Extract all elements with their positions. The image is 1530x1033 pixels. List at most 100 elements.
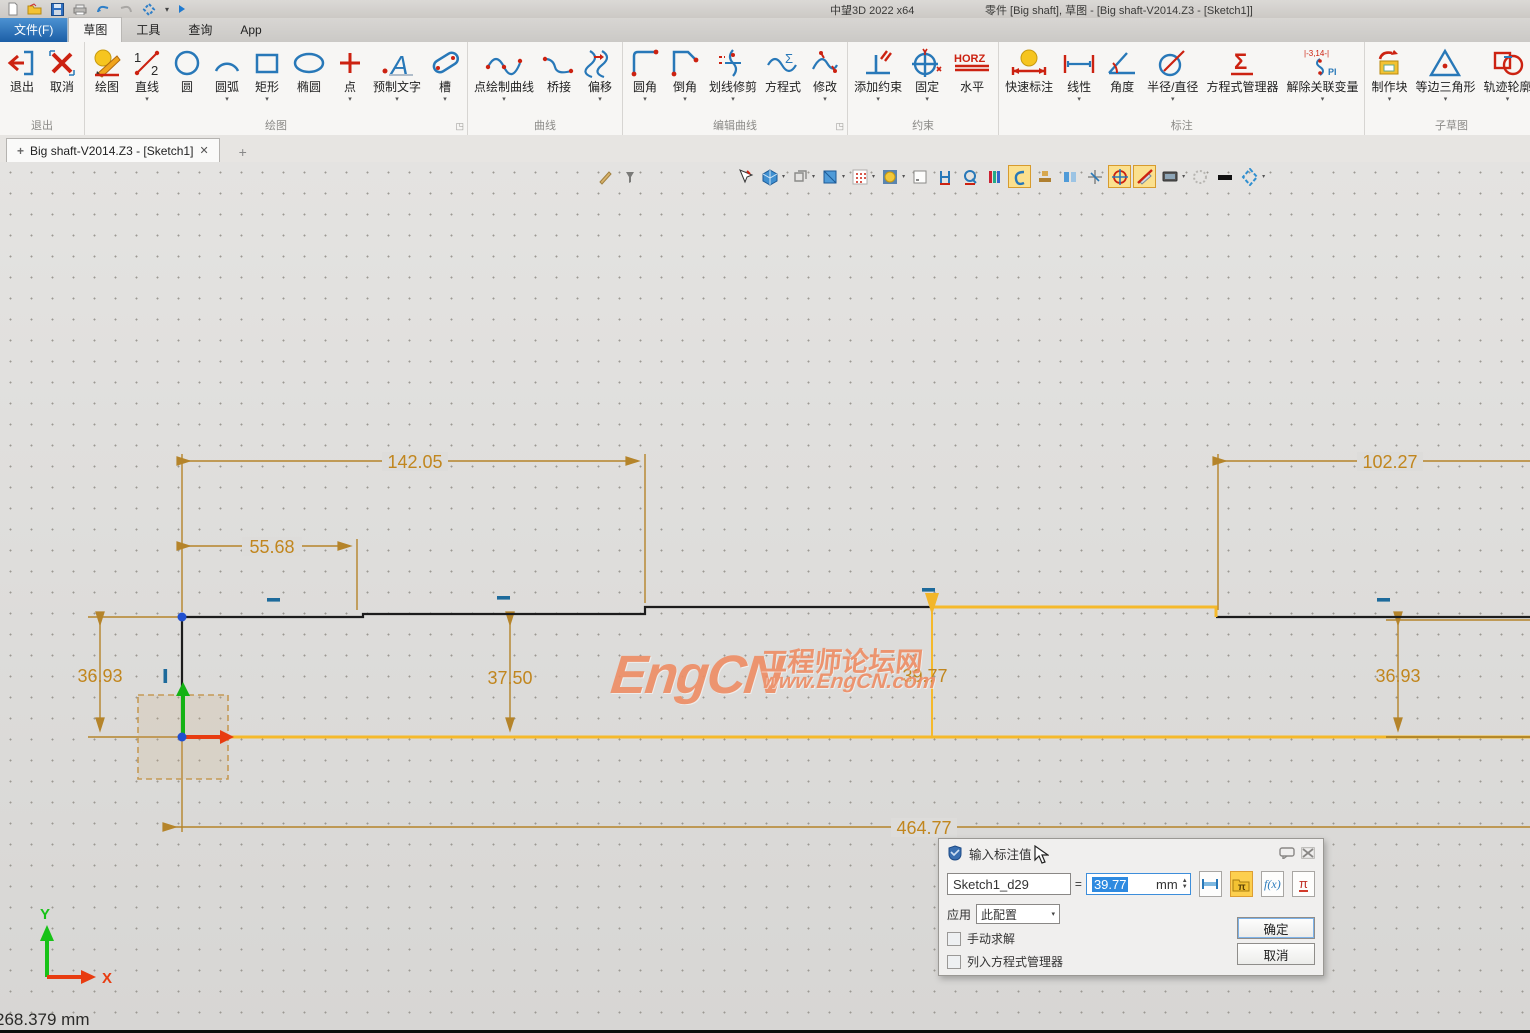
measure-button[interactable] <box>1199 871 1222 897</box>
radius-diameter-button[interactable]: 半径/直径 ▾ <box>1143 43 1202 104</box>
dropdown-arrow-icon[interactable]: ▾ <box>502 95 506 104</box>
chamfer-button[interactable]: 倒角 ▾ <box>665 43 705 104</box>
svg-text:|-3,14-|: |-3,14-| <box>1304 49 1329 58</box>
ellipse-button[interactable]: 椭圆 <box>287 43 331 95</box>
equation-button[interactable]: Σ 方程式 <box>761 43 805 95</box>
track-profile-button[interactable]: 轨迹轮廓 ▾ <box>1480 43 1530 104</box>
dropdown-arrow-icon[interactable]: ▾ <box>265 95 269 104</box>
dropdown-arrow-icon[interactable]: ▾ <box>925 95 929 104</box>
play-icon[interactable] <box>178 4 186 14</box>
horizontal-button[interactable]: HORZ 水平 <box>948 43 996 95</box>
shaft-profile-highlighted[interactable] <box>930 607 1216 617</box>
point-button[interactable]: 点 ▾ <box>331 43 369 104</box>
dialog-launcher-icon[interactable]: ◳ <box>456 121 465 132</box>
dropdown-arrow-icon[interactable]: ▾ <box>145 95 149 104</box>
point-curve-button[interactable]: 点绘制曲线 ▾ <box>470 43 538 104</box>
dialog-close-icon[interactable] <box>1301 847 1315 859</box>
menu-tab-row: 文件(F) 草图 工具 查询 App <box>0 18 1530 42</box>
value-spinner[interactable]: ▲▼ <box>1180 878 1188 890</box>
fix-button[interactable]: 固定 ▾ <box>906 43 948 104</box>
comment-icon[interactable] <box>1279 847 1295 859</box>
open-file-icon[interactable] <box>27 3 42 15</box>
dropdown-arrow-icon[interactable]: ▾ <box>1506 95 1510 104</box>
dropdown-arrow-icon[interactable]: ▾ <box>225 95 229 104</box>
customize-qat-icon[interactable]: ▾ <box>165 5 169 14</box>
dimension-value-input[interactable]: 39.77 mm ▲▼ <box>1086 873 1191 895</box>
apply-config-dropdown[interactable]: 此配置 ▾ <box>976 904 1060 924</box>
dropdown-arrow-icon[interactable]: ▾ <box>1388 95 1392 104</box>
equilateral-triangle-button[interactable]: 等边三角形 ▾ <box>1411 43 1479 104</box>
modify-button[interactable]: 修改 ▾ <box>805 43 845 104</box>
unlink-variable-button[interactable]: |-3,14-|PI 解除关联变量 ▾ <box>1282 43 1362 104</box>
rectangle-icon <box>251 46 283 80</box>
dropdown-arrow-icon[interactable]: ▾ <box>598 95 602 104</box>
dropdown-arrow-icon[interactable]: ▾ <box>1077 95 1081 104</box>
fillet-button[interactable]: 圆角 ▾ <box>625 43 665 104</box>
dialog-title-bar[interactable]: 输入标注值 <box>939 839 1323 865</box>
sketch-icon <box>91 46 123 80</box>
quick-dimension-button[interactable]: 快速标注 <box>1001 43 1057 95</box>
tab-tools[interactable]: 工具 <box>122 18 174 42</box>
print-icon[interactable] <box>73 4 87 15</box>
exit-button[interactable]: 退出 <box>2 43 42 95</box>
cancel-button-dialog[interactable]: 取消 <box>1237 943 1315 965</box>
linear-dimension-icon <box>1061 46 1097 80</box>
manual-solve-checkbox[interactable] <box>947 932 961 946</box>
angle-dimension-button[interactable]: 角度 <box>1101 43 1143 95</box>
line-button[interactable]: 12 直线 ▾ <box>127 43 167 104</box>
tab-file[interactable]: 文件(F) <box>0 18 68 42</box>
ok-button[interactable]: 确定 <box>1237 917 1315 939</box>
dropdown-arrow-icon[interactable]: ▾ <box>1171 95 1175 104</box>
new-file-icon[interactable] <box>8 2 18 16</box>
dialog-launcher-icon[interactable]: ◳ <box>836 121 845 132</box>
dropdown-arrow-icon[interactable]: ▾ <box>731 95 735 104</box>
expression-button[interactable]: f(x) <box>1261 871 1284 897</box>
linear-dimension-button[interactable]: 线性 ▾ <box>1057 43 1101 104</box>
dropdown-arrow-icon[interactable]: ▾ <box>643 95 647 104</box>
sketch-canvas[interactable]: ▾ ▾ ▾ ▾ ▾ ▾ ▾ <box>0 162 1530 1033</box>
redo-icon[interactable] <box>119 4 133 14</box>
save-icon[interactable] <box>51 3 64 16</box>
undo-icon[interactable] <box>96 4 110 14</box>
offset-button[interactable]: 偏移 ▾ <box>580 43 620 104</box>
svg-text:Σ: Σ <box>785 51 793 66</box>
unlink-variable-icon: |-3,14-|PI <box>1302 46 1342 80</box>
dropdown-arrow-icon[interactable]: ▾ <box>443 95 447 104</box>
cancel-button[interactable]: 取消 <box>42 43 82 95</box>
constant-pi-button[interactable]: π <box>1292 871 1315 897</box>
ready-text-button[interactable]: A 预制文字 ▾ <box>369 43 425 104</box>
trim-button[interactable]: 划线修剪 ▾ <box>705 43 761 104</box>
arc-button[interactable]: 圆弧 ▾ <box>207 43 247 104</box>
dropdown-arrow-icon[interactable]: ▾ <box>1444 95 1448 104</box>
dropdown-arrow-icon[interactable]: ▾ <box>876 95 880 104</box>
equation-manager-checkbox[interactable] <box>947 955 961 969</box>
sketch-point[interactable] <box>178 613 187 622</box>
sketch-point[interactable] <box>178 733 187 742</box>
make-block-button[interactable]: 制作块 ▾ <box>1367 43 1411 104</box>
tab-sketch[interactable]: 草图 <box>68 17 122 42</box>
document-tab-active[interactable]: + Big shaft-V2014.Z3 - [Sketch1] ✕ <box>6 138 220 162</box>
bridge-button[interactable]: 桥接 <box>538 43 580 95</box>
sketch-button[interactable]: 绘图 <box>87 43 127 95</box>
tab-app[interactable]: App <box>226 18 275 42</box>
dropdown-arrow-icon[interactable]: ▾ <box>1321 95 1325 104</box>
dropdown-arrow-icon[interactable]: ▾ <box>683 95 687 104</box>
circle-button[interactable]: 圆 <box>167 43 207 95</box>
new-tab-button[interactable]: + <box>230 142 256 162</box>
dropdown-arrow-icon[interactable]: ▾ <box>395 95 399 104</box>
dropdown-arrow-icon[interactable]: ▾ <box>823 95 827 104</box>
slot-button[interactable]: 槽 ▾ <box>425 43 465 104</box>
tab-inquire[interactable]: 查询 <box>174 18 226 42</box>
equation-manager-label: 列入方程式管理器 <box>967 953 1063 970</box>
folder-pi-icon: π <box>1232 877 1250 892</box>
regen-icon[interactable] <box>142 3 156 16</box>
dimension-name-input[interactable]: Sketch1_d29 <box>947 873 1071 895</box>
equation-manager-button[interactable]: Σ 方程式管理器 <box>1202 43 1282 95</box>
tab-close-icon[interactable]: ✕ <box>199 144 208 157</box>
rectangle-button[interactable]: 矩形 ▾ <box>247 43 287 104</box>
add-constraint-button[interactable]: 添加约束 ▾ <box>850 43 906 104</box>
variable-browser-button[interactable]: π <box>1230 871 1253 897</box>
dropdown-arrow-icon[interactable]: ▾ <box>348 95 352 104</box>
input-dimension-value-dialog[interactable]: 输入标注值 Sketch1_d29 = 39.77 mm ▲▼ π f(x) π… <box>938 838 1324 976</box>
exit-icon <box>6 46 38 80</box>
